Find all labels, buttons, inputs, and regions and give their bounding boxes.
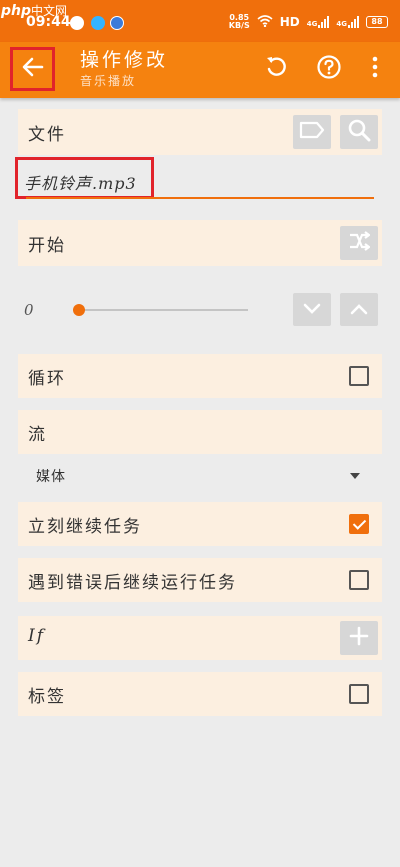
file-name-input[interactable]: 手机铃声.mp3 bbox=[24, 170, 137, 194]
signal-2-label: 4G bbox=[336, 20, 347, 28]
file-label: 文件 bbox=[28, 125, 66, 145]
error-row[interactable]: 遇到错误后继续运行任务 bbox=[18, 558, 382, 602]
status-bar: php中文网 09:44 0.85 KB/S HD 4G 4G 88 bbox=[0, 0, 400, 42]
loop-checkbox[interactable] bbox=[349, 366, 369, 386]
signal-icon-2: 4G bbox=[336, 16, 359, 28]
undo-icon bbox=[264, 55, 288, 83]
stream-row: 流 bbox=[18, 410, 382, 454]
stream-label: 流 bbox=[28, 425, 47, 445]
shuffle-icon bbox=[348, 230, 371, 256]
loop-row[interactable]: 循环 bbox=[18, 354, 382, 398]
dropdown-arrow-icon[interactable] bbox=[350, 473, 360, 479]
if-label: If bbox=[28, 626, 46, 646]
loop-label: 循环 bbox=[28, 369, 66, 389]
more-vertical-icon bbox=[372, 56, 378, 82]
file-row: 文件 bbox=[18, 109, 382, 155]
net-speed: 0.85 KB/S bbox=[229, 14, 250, 30]
position-slider-thumb[interactable] bbox=[73, 304, 85, 316]
help-button[interactable] bbox=[314, 54, 344, 84]
error-label: 遇到错误后继续运行任务 bbox=[28, 573, 237, 593]
app-notification-icon bbox=[91, 16, 105, 30]
continue-label: 立刻继续任务 bbox=[28, 517, 142, 537]
increase-button[interactable] bbox=[340, 293, 378, 326]
more-menu-button[interactable] bbox=[360, 54, 390, 84]
start-label: 开始 bbox=[28, 236, 66, 256]
status-time: 09:44 bbox=[26, 14, 71, 30]
back-button[interactable] bbox=[10, 47, 55, 91]
notification-icon bbox=[70, 16, 84, 30]
tag-button[interactable] bbox=[293, 115, 331, 149]
undo-button[interactable] bbox=[261, 54, 291, 84]
shuffle-button[interactable] bbox=[340, 226, 378, 260]
cloud-notification-icon bbox=[110, 16, 124, 30]
continue-checkbox[interactable] bbox=[349, 514, 369, 534]
battery-icon: 88 bbox=[366, 16, 388, 28]
wifi-icon bbox=[257, 14, 273, 30]
page-title: 操作修改 bbox=[80, 49, 169, 71]
position-slider-track[interactable] bbox=[78, 309, 248, 311]
decrease-button[interactable] bbox=[293, 293, 331, 326]
file-input-underline bbox=[26, 197, 374, 199]
hd-badge: HD bbox=[279, 15, 300, 29]
signal-icon-1: 4G bbox=[307, 16, 330, 28]
start-row: 开始 bbox=[18, 220, 382, 266]
tag-label: 标签 bbox=[28, 687, 66, 707]
plus-icon bbox=[349, 626, 369, 650]
help-circle-icon bbox=[316, 54, 342, 84]
signal-1-label: 4G bbox=[306, 20, 318, 28]
chevron-down-icon bbox=[303, 300, 321, 319]
net-speed-unit: KB/S bbox=[228, 21, 250, 30]
if-row: If bbox=[18, 616, 382, 660]
search-button[interactable] bbox=[340, 115, 378, 149]
page-subtitle: 音乐播放 bbox=[80, 74, 137, 88]
add-condition-button[interactable] bbox=[340, 621, 378, 655]
continue-row[interactable]: 立刻继续任务 bbox=[18, 502, 382, 546]
stream-select-value[interactable]: 媒体 bbox=[36, 466, 66, 486]
arrow-left-icon bbox=[22, 57, 44, 81]
tag-row[interactable]: 标签 bbox=[18, 672, 382, 716]
chevron-up-icon bbox=[350, 300, 368, 319]
position-value: 0 bbox=[24, 301, 34, 319]
status-indicators: 0.85 KB/S HD 4G 4G 88 bbox=[229, 14, 388, 30]
label-tag-icon bbox=[299, 121, 325, 143]
tag-checkbox[interactable] bbox=[349, 684, 369, 704]
search-icon bbox=[347, 118, 371, 146]
error-checkbox[interactable] bbox=[349, 570, 369, 590]
app-toolbar: 操作修改 音乐播放 bbox=[0, 42, 400, 98]
